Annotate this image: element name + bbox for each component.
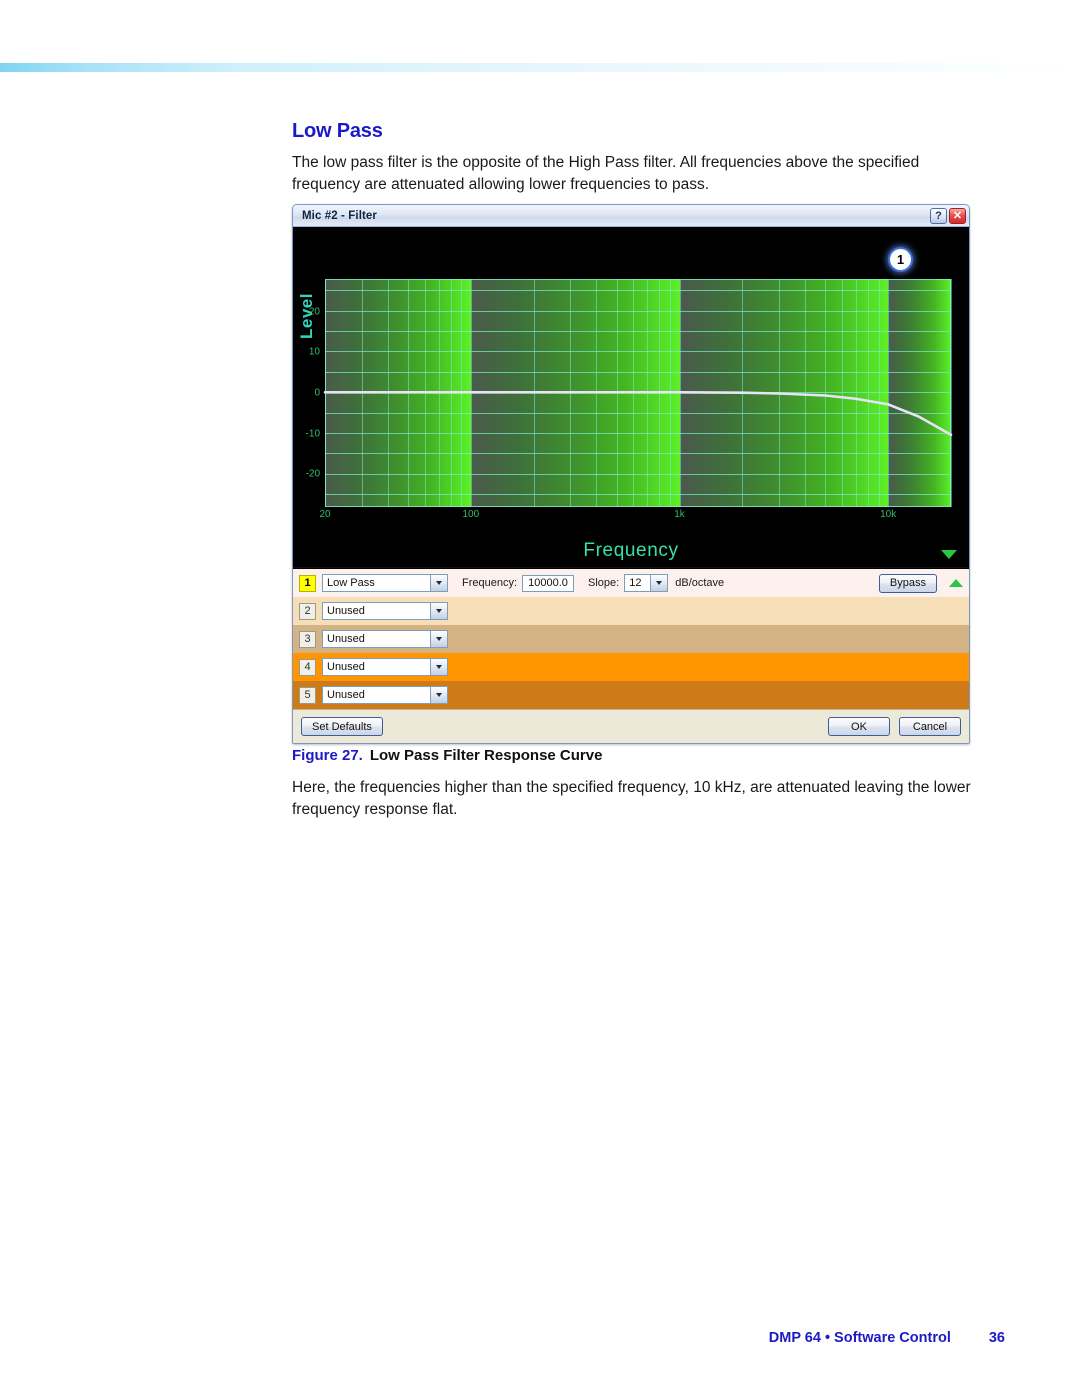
y-axis-tick-label: 20 <box>308 306 320 318</box>
page-header-band <box>0 63 1080 72</box>
x-axis-tick-label: 100 <box>462 509 480 520</box>
frequency-input[interactable]: 10000.0 <box>522 574 575 592</box>
response-curve <box>323 390 953 437</box>
filter-type-value: Unused <box>327 605 365 617</box>
figure-number: Figure 27. <box>292 747 363 764</box>
page-number: 36 <box>988 1330 1005 1346</box>
filter-row-2[interactable]: 2 Unused <box>293 597 969 625</box>
page-footer: DMP 64 • Software Control 36 <box>0 1330 1080 1346</box>
chevron-down-icon[interactable] <box>430 659 447 675</box>
filter-type-value: Unused <box>327 661 365 673</box>
filter-type-select-5[interactable]: Unused <box>322 686 448 704</box>
page-title: Low Pass <box>292 120 383 142</box>
ok-button[interactable]: OK <box>828 717 890 736</box>
y-axis-tick-label: 0 <box>314 387 320 399</box>
graph-x-axis-label: Frequency <box>583 540 679 561</box>
filter-dialog: Mic #2 - Filter ? ✕ 1 Level 20 10 0 -10 -20 … <box>292 204 970 744</box>
filter-row-number[interactable]: 4 <box>299 658 316 676</box>
intro-paragraph: The low pass filter is the opposite of t… <box>292 154 920 193</box>
filter-type-select-4[interactable]: Unused <box>322 658 448 676</box>
scroll-up-icon[interactable] <box>949 579 963 587</box>
slope-select[interactable]: 12 <box>624 574 669 592</box>
filter-row-number[interactable]: 3 <box>299 630 316 648</box>
filter-band-marker-1[interactable]: 1 <box>890 249 911 270</box>
figure-caption-text: Low Pass Filter Response Curve <box>369 747 603 764</box>
filter-row-5[interactable]: 5 Unused <box>293 681 969 709</box>
chevron-down-icon[interactable] <box>430 687 447 703</box>
slope-unit-label: dB/octave <box>675 577 725 589</box>
scroll-down-icon[interactable] <box>941 550 957 559</box>
cancel-button[interactable]: Cancel <box>899 717 961 736</box>
set-defaults-button[interactable]: Set Defaults <box>301 717 383 736</box>
filter-rows: 1 Low Pass Frequency: 10000.0 Slope: 12 … <box>293 568 969 709</box>
chevron-down-icon[interactable] <box>430 603 447 619</box>
dialog-title: Mic #2 - Filter <box>302 209 377 222</box>
help-icon[interactable]: ? <box>930 207 947 224</box>
dialog-titlebar: Mic #2 - Filter ? ✕ <box>293 205 969 227</box>
filter-row-3[interactable]: 3 Unused <box>293 625 969 653</box>
y-axis-tick-label: 10 <box>308 346 320 358</box>
x-axis-tick-label: 1k <box>674 509 685 520</box>
filter-type-value: Unused <box>327 689 365 701</box>
footer-label: DMP 64 • Software Control <box>768 1330 951 1346</box>
slope-label: Slope: <box>588 577 620 589</box>
y-axis-tick-label: -20 <box>305 468 320 480</box>
filter-row-number[interactable]: 1 <box>299 574 316 592</box>
frequency-label: Frequency: <box>462 577 518 589</box>
x-axis-tick-label: 10k <box>880 509 897 520</box>
filter-type-select-1[interactable]: Low Pass <box>322 574 448 592</box>
figure-caption: Figure 27. Low Pass Filter Response Curve <box>292 747 602 764</box>
after-figure-paragraph: Here, the frequencies higher than the sp… <box>292 779 971 818</box>
filter-row-1[interactable]: 1 Low Pass Frequency: 10000.0 Slope: 12 … <box>293 569 969 597</box>
response-graph[interactable]: 1 Level 20 10 0 -10 -20 20 100 1k 10k Frequency <box>293 227 969 568</box>
chevron-down-icon[interactable] <box>650 575 668 591</box>
filter-type-select-3[interactable]: Unused <box>322 630 448 648</box>
x-axis-tick-label: 20 <box>319 509 331 520</box>
plot-region: 20 10 0 -10 -20 20 100 1k 10k <box>306 279 953 520</box>
filter-type-value: Unused <box>327 633 365 645</box>
filter-row-number[interactable]: 5 <box>299 686 316 704</box>
chevron-down-icon[interactable] <box>430 575 447 591</box>
close-icon[interactable]: ✕ <box>949 207 966 224</box>
filter-type-select-2[interactable]: Unused <box>322 602 448 620</box>
grid-line-vertical <box>951 279 952 507</box>
filter-row-4[interactable]: 4 Unused <box>293 653 969 681</box>
dialog-button-bar: Set Defaults OK Cancel <box>293 709 969 743</box>
chevron-down-icon[interactable] <box>430 631 447 647</box>
filter-row-number[interactable]: 2 <box>299 602 316 620</box>
filter-type-value: Low Pass <box>327 577 375 589</box>
slope-value: 12 <box>629 577 642 589</box>
y-axis-tick-label: -10 <box>305 428 320 440</box>
bypass-button[interactable]: Bypass <box>878 573 937 593</box>
